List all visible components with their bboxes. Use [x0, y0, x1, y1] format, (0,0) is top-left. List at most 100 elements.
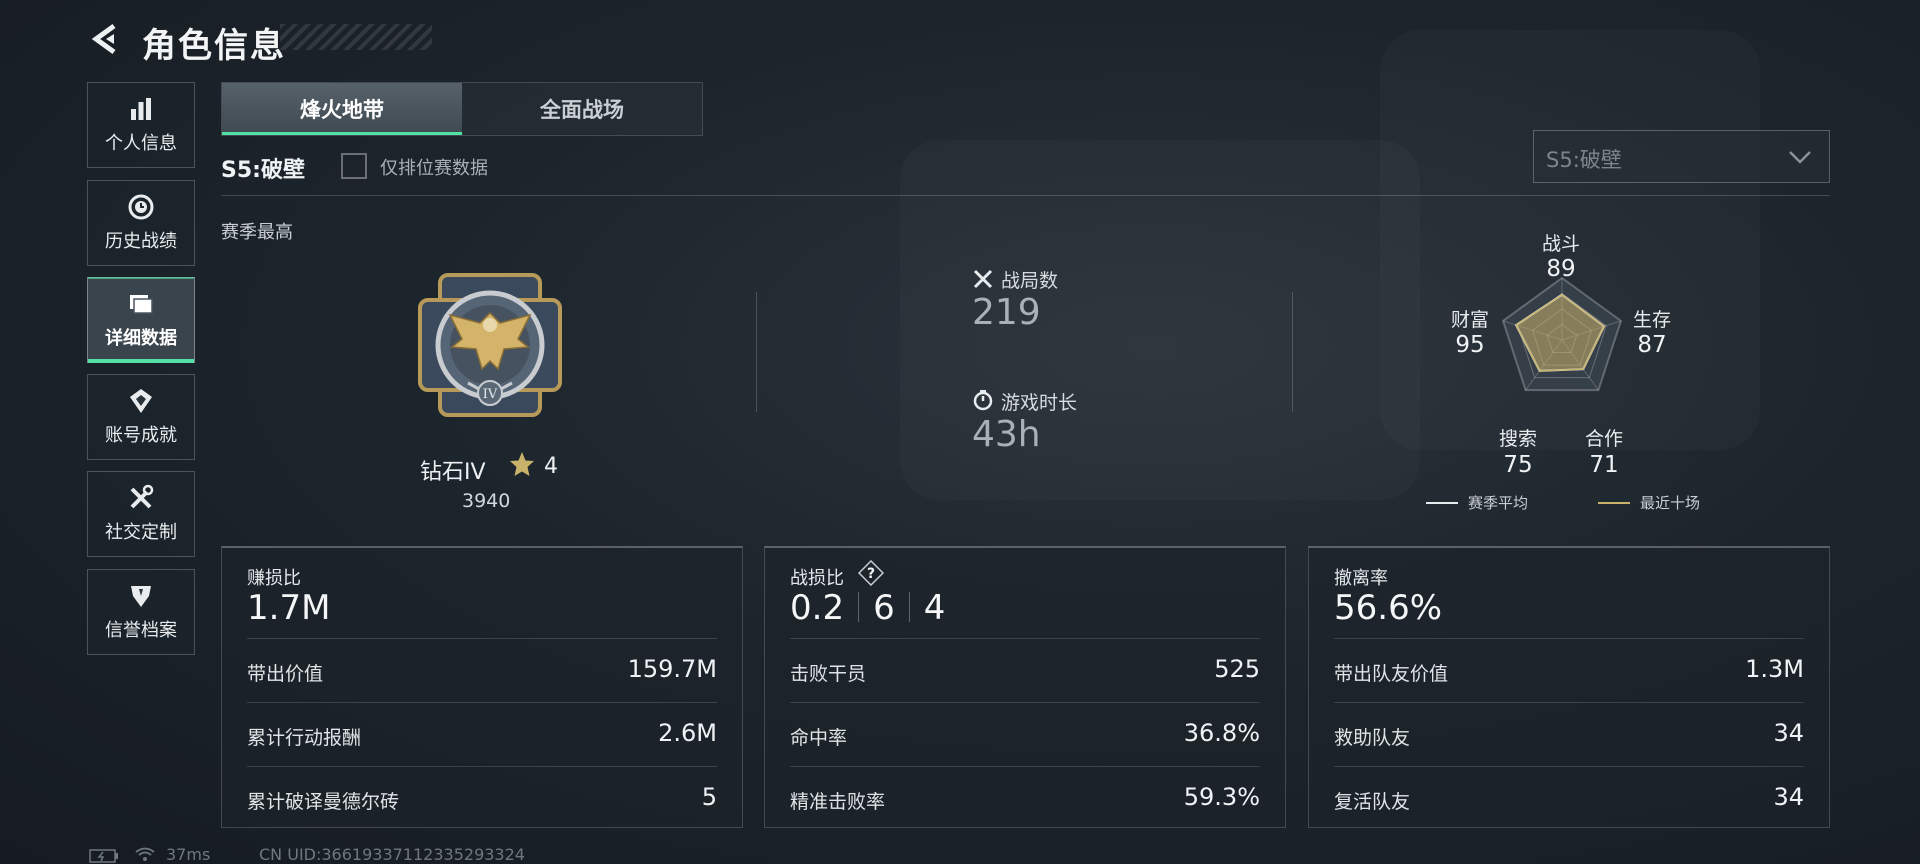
row-label: 复活队友 — [1334, 791, 1411, 813]
star-icon — [510, 452, 534, 476]
stat-row: 击败干员 525 — [790, 638, 1260, 703]
kd-ratio-part: 4 — [923, 588, 946, 628]
history-icon — [128, 194, 154, 220]
tools-icon — [130, 484, 154, 509]
title-decoration — [280, 24, 432, 50]
ratio-separator — [858, 592, 860, 622]
kd-ratio-part: 0.2 — [790, 588, 845, 628]
sidebar-item-label: 社交定制 — [105, 522, 177, 543]
divider — [756, 292, 757, 412]
row-label: 救助队友 — [1334, 727, 1411, 749]
help-icon[interactable]: ? — [858, 560, 884, 586]
radar-label-cooperation: 合作 — [1584, 428, 1623, 450]
matches-label: 战局数 — [1001, 270, 1059, 292]
radar-label-survival: 生存 — [1632, 309, 1671, 331]
sidebar-item-label: 历史战绩 — [105, 231, 177, 252]
extraction-rate-card: 撤离率 56.6% 带出队友价值 1.3M 救助队友 34 复活队友 34 — [1308, 546, 1830, 828]
radar-chart — [1501, 276, 1623, 392]
legend-label-recent: 最近十场 — [1640, 494, 1701, 512]
row-label: 命中率 — [790, 727, 848, 749]
row-label: 带出队友价值 — [1334, 663, 1449, 685]
sidebar-item-social[interactable]: 社交定制 — [87, 471, 195, 557]
row-label: 累计破译曼德尔砖 — [247, 791, 400, 813]
crossed-swords-icon — [973, 269, 993, 289]
season-best-label: 赛季最高 — [221, 222, 293, 243]
radar-value-combat: 89 — [1546, 256, 1576, 282]
chevron-down-icon — [1789, 151, 1811, 164]
stat-row: 命中率 36.8% — [790, 702, 1260, 767]
row-value: 59.3% — [1183, 783, 1260, 811]
folder-icon — [130, 295, 153, 314]
rank-star-count: 4 — [544, 454, 558, 479]
stat-row: 累计行动报酬 2.6M — [247, 702, 717, 767]
row-value: 34 — [1773, 783, 1804, 811]
kd-ratio-value: 0.2 6 4 — [790, 588, 945, 628]
sidebar-item-history[interactable]: 历史战绩 — [87, 180, 195, 266]
sidebar-item-reputation[interactable]: 信誉档案 — [87, 569, 195, 655]
kd-ratio-part: 6 — [873, 588, 895, 628]
stat-row: 复活队友 34 — [1334, 766, 1804, 831]
radar-value-survival: 87 — [1637, 332, 1667, 358]
stat-row: 精准击败率 59.3% — [790, 766, 1260, 831]
ranked-only-checkbox[interactable] — [341, 153, 367, 179]
legend-swatch-season-average — [1426, 502, 1458, 504]
card-title: 撤离率 — [1334, 568, 1388, 589]
bar-chart-icon — [131, 98, 151, 120]
radar-label-search: 搜索 — [1498, 428, 1537, 450]
playtime-value: 43h — [972, 414, 1041, 455]
medal-numeral: IV — [483, 387, 498, 402]
ping-value: 37ms — [166, 845, 211, 864]
ratio-separator — [908, 592, 910, 622]
sidebar-item-label: 个人信息 — [105, 133, 177, 154]
stat-row: 累计破译曼德尔砖 5 — [247, 766, 717, 831]
ranked-only-label: 仅排位赛数据 — [380, 158, 488, 179]
matches-value: 219 — [972, 292, 1041, 333]
row-label: 击败干员 — [790, 663, 867, 685]
shield-icon — [131, 586, 151, 607]
mode-tabs: 烽火地带 全面战场 — [221, 82, 703, 136]
season-name: S5:破壁 — [221, 158, 305, 183]
battery-icon — [89, 849, 118, 863]
tab-warzone[interactable]: 烽火地带 — [222, 83, 462, 135]
radar-value-wealth: 95 — [1455, 332, 1485, 358]
stat-row: 救助队友 34 — [1334, 702, 1804, 767]
card-title: 战损比 — [790, 568, 844, 589]
row-value: 1.3M — [1745, 655, 1804, 683]
tab-full-battlefield[interactable]: 全面战场 — [462, 83, 702, 135]
sidebar-item-label: 详细数据 — [105, 328, 177, 349]
sidebar-item-label: 信誉档案 — [105, 620, 177, 641]
extraction-rate-value: 56.6% — [1334, 588, 1443, 628]
row-value: 34 — [1773, 719, 1804, 747]
divider — [221, 195, 1830, 196]
season-select-value: S5:破壁 — [1546, 148, 1622, 172]
radar-value-cooperation: 71 — [1589, 452, 1619, 478]
row-label: 精准击败率 — [790, 791, 886, 813]
row-label: 累计行动报酬 — [247, 727, 362, 749]
row-value: 159.7M — [627, 655, 717, 683]
season-select[interactable]: S5:破壁 — [1533, 130, 1830, 183]
sidebar-item-achievements[interactable]: 账号成就 — [87, 374, 195, 460]
user-uid: CN UID:366193371123352933​24 — [259, 845, 525, 864]
radar-label-wealth: 财富 — [1450, 309, 1489, 331]
radar-label-combat: 战斗 — [1541, 233, 1580, 255]
page-title: 角色信息 — [142, 26, 286, 66]
wifi-icon — [135, 847, 155, 861]
stat-row: 带出价值 159.7M — [247, 638, 717, 703]
row-value: 5 — [701, 783, 717, 811]
stopwatch-icon — [973, 390, 993, 411]
sidebar-item-label: 账号成就 — [105, 425, 177, 446]
sidebar-item-detailed-data[interactable]: 详细数据 — [87, 277, 195, 363]
profit-ratio-card: 赚损比 1.7M 带出价值 159.7M 累计行动报酬 2.6M 累计破译曼德尔… — [221, 546, 743, 828]
rank-points: 3940 — [462, 490, 511, 512]
rank-name: 钻石IV — [420, 460, 486, 485]
sidebar-item-personal-info[interactable]: 个人信息 — [87, 82, 195, 168]
kd-ratio-card: 战损比 0.2 6 4 击败干员 525 命中率 36.8% 精准击败率 59.3% — [764, 546, 1286, 828]
playtime-label: 游戏时长 — [1001, 392, 1078, 414]
rank-medal-icon: IV — [418, 273, 562, 417]
achievement-icon — [130, 389, 152, 413]
row-value: 36.8% — [1183, 719, 1260, 747]
stat-row: 带出队友价值 1.3M — [1334, 638, 1804, 703]
row-label: 带出价值 — [247, 663, 324, 685]
row-value: 2.6M — [658, 719, 717, 747]
back-arrow-icon[interactable] — [88, 22, 122, 56]
